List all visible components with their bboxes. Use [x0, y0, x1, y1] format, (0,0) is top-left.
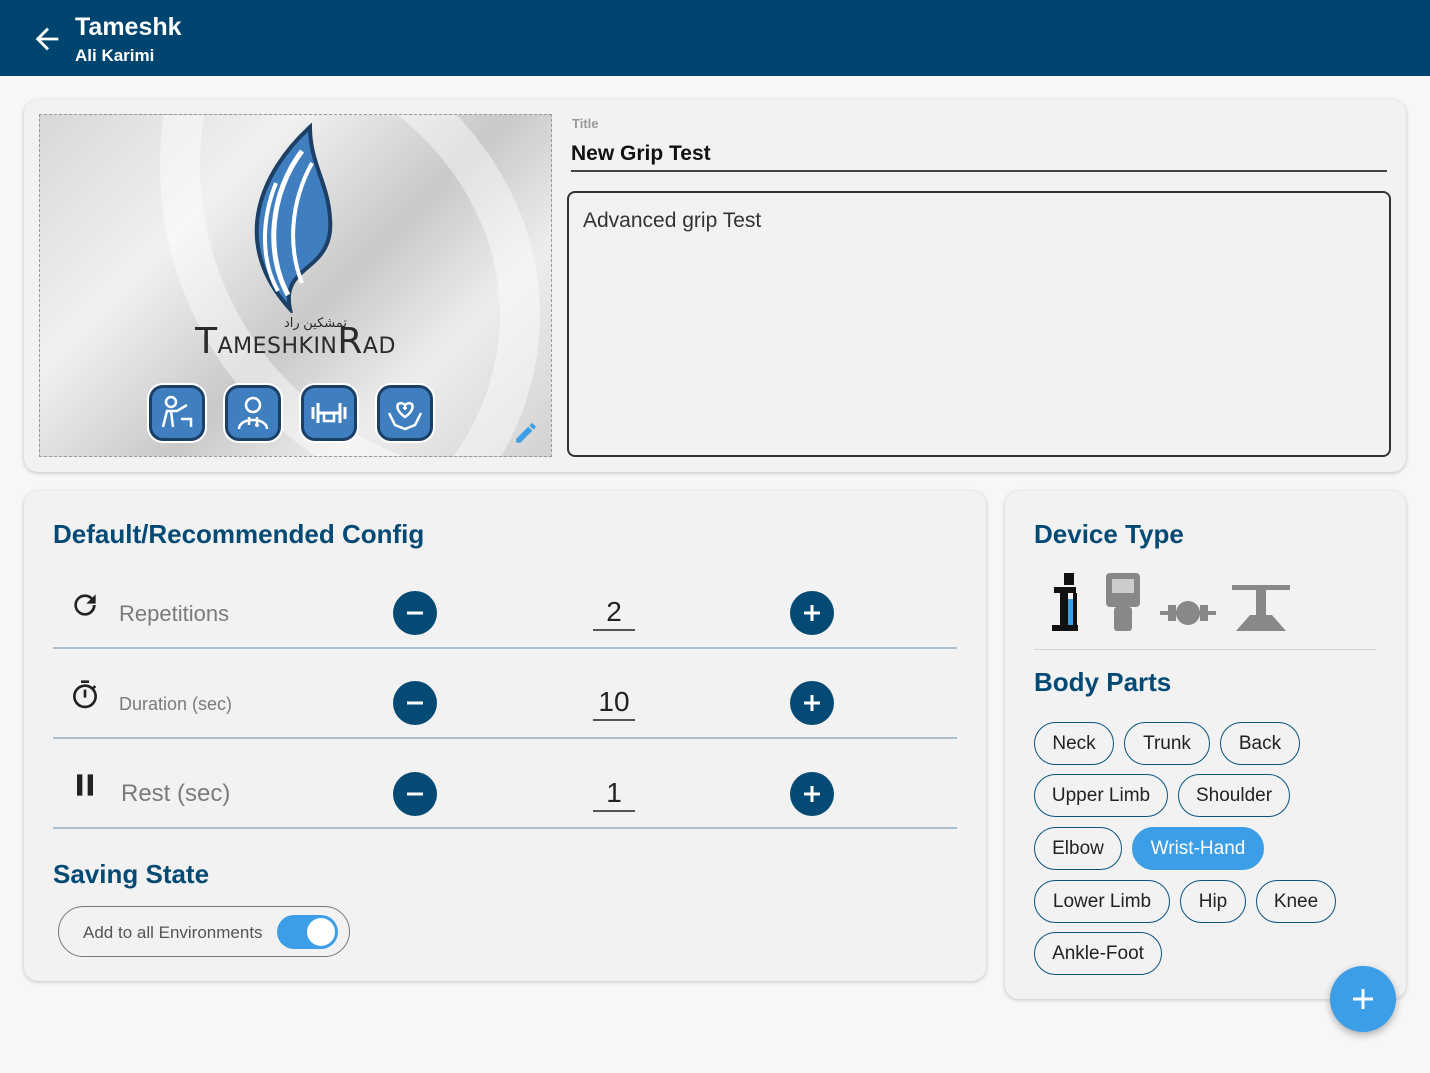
plus-icon	[804, 786, 820, 802]
title-input[interactable]	[571, 140, 1387, 172]
back-button[interactable]	[30, 22, 64, 56]
add-to-environments-toggle-row: Add to all Environments	[58, 906, 350, 957]
device-type-options	[1048, 571, 1292, 633]
refresh-icon	[74, 594, 96, 616]
rest-decrement-button[interactable]	[393, 772, 437, 816]
chip-back[interactable]: Back	[1220, 722, 1300, 765]
chip-wrist-hand[interactable]: Wrist-Hand	[1132, 827, 1264, 870]
plus-icon	[804, 605, 820, 621]
device-body-card: Device Type Body Parts Neck Trunk Back U…	[1005, 491, 1406, 999]
app-title: Tameshk	[75, 13, 182, 41]
logo-icon-row	[149, 385, 433, 441]
chip-ankle-foot[interactable]: Ankle-Foot	[1034, 932, 1162, 975]
title-label: Title	[572, 116, 599, 131]
chip-upper-limb[interactable]: Upper Limb	[1034, 774, 1168, 817]
handheld-dynamometer-icon[interactable]	[1100, 571, 1146, 633]
platform-dynamometer-icon[interactable]	[1230, 583, 1292, 633]
arrow-left-icon	[35, 27, 59, 51]
minus-icon	[407, 792, 423, 796]
heart-hands-icon	[377, 385, 433, 441]
chip-lower-limb[interactable]: Lower Limb	[1034, 880, 1170, 923]
logo-brand-text: TAMESHKINRAD	[195, 321, 396, 362]
stopwatch-icon	[73, 680, 97, 709]
config-title: Default/Recommended Config	[53, 519, 425, 549]
device-type-title: Device Type	[1034, 519, 1184, 549]
rest-increment-button[interactable]	[790, 772, 834, 816]
test-info-card: تمشکین راد TAMESHKINRAD Title Advanced g…	[24, 100, 1406, 472]
duration-increment-button[interactable]	[790, 681, 834, 725]
user-name: Ali Karimi	[75, 46, 155, 65]
flame-logo-icon	[254, 123, 333, 313]
rest-row: Rest (sec)	[53, 739, 957, 829]
repetitions-decrement-button[interactable]	[393, 591, 437, 635]
pause-icon	[77, 774, 93, 796]
rest-label: Rest (sec)	[121, 780, 231, 807]
duration-row: Duration (sec)	[53, 649, 957, 739]
duration-decrement-button[interactable]	[393, 681, 437, 725]
divider	[1034, 649, 1377, 650]
fitness-trainer-icon	[149, 385, 205, 441]
chip-trunk[interactable]: Trunk	[1124, 722, 1210, 765]
chip-neck[interactable]: Neck	[1034, 722, 1114, 765]
pinch-gauge-icon[interactable]	[1158, 593, 1218, 633]
test-image[interactable]: تمشکین راد TAMESHKINRAD	[39, 114, 552, 457]
dumbbell-icon	[301, 385, 357, 441]
repetitions-increment-button[interactable]	[790, 591, 834, 635]
toggle-knob	[307, 918, 335, 946]
duration-value[interactable]	[593, 685, 635, 721]
rest-value[interactable]	[593, 776, 635, 812]
repetitions-row: Repetitions	[53, 559, 957, 649]
vertical-dynamometer-icon[interactable]	[1048, 571, 1088, 633]
chip-shoulder[interactable]: Shoulder	[1178, 774, 1290, 817]
repetitions-label: Repetitions	[119, 601, 230, 626]
repetitions-value[interactable]	[593, 595, 635, 631]
chip-knee[interactable]: Knee	[1256, 880, 1336, 923]
doctor-icon	[225, 385, 281, 441]
saving-state-title: Saving State	[53, 859, 210, 889]
chip-hip[interactable]: Hip	[1180, 880, 1246, 923]
plus-icon	[1353, 989, 1373, 1009]
minus-icon	[407, 611, 423, 615]
add-to-environments-label: Add to all Environments	[83, 923, 263, 942]
minus-icon	[407, 701, 423, 705]
body-parts-title: Body Parts	[1034, 667, 1172, 697]
add-to-environments-toggle[interactable]	[277, 915, 338, 949]
pencil-icon	[516, 423, 536, 443]
plus-icon	[804, 695, 820, 711]
description-input[interactable]: Advanced grip Test	[567, 191, 1391, 457]
add-fab-button[interactable]	[1330, 966, 1396, 1032]
config-card: Default/Recommended Config Repetitions D…	[24, 491, 986, 981]
duration-label: Duration (sec)	[119, 694, 233, 714]
edit-image-button[interactable]	[513, 420, 539, 446]
chip-elbow[interactable]: Elbow	[1034, 827, 1122, 870]
app-bar: Tameshk Ali Karimi	[0, 0, 1430, 76]
